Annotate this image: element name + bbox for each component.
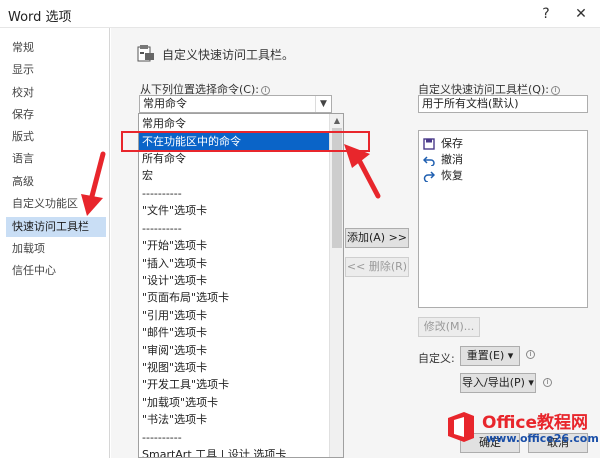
list-item[interactable]: 所有命令 — [139, 150, 329, 167]
nav-item-proofing[interactable]: 校对 — [6, 83, 106, 103]
nav-item-quick-access-toolbar[interactable]: 快速访问工具栏 — [6, 217, 106, 237]
list-item[interactable]: 恢复 — [419, 168, 587, 184]
nav-item-add-ins[interactable]: 加载项 — [6, 239, 106, 259]
toolbar-icon — [137, 45, 154, 62]
help-button[interactable]: ? — [536, 4, 556, 24]
remove-button[interactable]: << 删除(R) — [345, 257, 409, 277]
list-item[interactable]: SmartArt 工具 | 设计 选项卡 — [139, 446, 329, 457]
chevron-down-icon[interactable]: ▼ — [315, 96, 331, 112]
annotation-arrow-icon — [81, 151, 106, 216]
list-separator: ---------- — [142, 187, 182, 200]
info-icon: i — [543, 378, 552, 387]
nav-item-trust-center[interactable]: 信任中心 — [6, 261, 106, 281]
list-item[interactable]: 保存 — [419, 136, 587, 152]
nav-item-general[interactable]: 常规 — [6, 38, 106, 58]
list-separator: ---------- — [142, 222, 182, 235]
commands-dropdown-list[interactable]: 常用命令 不在功能区中的命令 所有命令 宏 ---------- "文件"选项卡… — [138, 113, 344, 458]
list-item[interactable]: "邮件"选项卡 — [139, 324, 329, 341]
list-item[interactable]: 宏 — [139, 167, 329, 184]
list-separator: ---------- — [142, 431, 182, 444]
import-export-button[interactable]: 导入/导出(P) ▾ — [460, 373, 536, 393]
close-button[interactable]: ✕ — [571, 4, 591, 24]
annotation-highlight-box — [121, 131, 370, 152]
watermark-brand: Office教程网 — [482, 413, 589, 433]
annotation-arrow-icon — [344, 144, 381, 199]
list-item[interactable]: "视图"选项卡 — [139, 359, 329, 376]
save-icon — [423, 138, 435, 150]
nav-item-save[interactable]: 保存 — [6, 105, 106, 125]
scroll-up-icon[interactable]: ▲ — [330, 114, 343, 128]
nav-item-layout[interactable]: 版式 — [6, 127, 106, 147]
undo-icon — [423, 156, 435, 166]
list-item[interactable]: 常用命令 — [139, 115, 329, 132]
list-item[interactable]: 撤消 — [419, 152, 587, 168]
modify-button[interactable]: 修改(M)... — [418, 317, 480, 337]
window-title: Word 选项 — [8, 10, 72, 25]
list-item[interactable]: "文件"选项卡 — [139, 202, 329, 219]
customize-label: 自定义: — [418, 352, 455, 365]
info-icon: i — [550, 86, 560, 95]
watermark: Office教程网 www.office26.com — [440, 404, 600, 458]
customize-toolbar-dropdown[interactable]: 用于所有文档(默认) — [418, 95, 588, 113]
info-icon: i — [260, 86, 270, 95]
choose-commands-value: 常用命令 — [143, 97, 187, 110]
list-item[interactable]: "开发工具"选项卡 — [139, 376, 329, 393]
add-button[interactable]: 添加(A) >> — [345, 228, 409, 248]
redo-icon — [423, 171, 435, 182]
info-icon: i — [526, 350, 535, 359]
list-item[interactable]: "设计"选项卡 — [139, 272, 329, 289]
list-item[interactable]: "插入"选项卡 — [139, 255, 329, 272]
choose-commands-dropdown[interactable]: 常用命令 ▼ — [139, 95, 332, 113]
list-item[interactable]: "书法"选项卡 — [139, 411, 329, 428]
section-title: 自定义快速访问工具栏。 — [162, 48, 295, 62]
customize-toolbar-value: 用于所有文档(默认) — [422, 97, 519, 110]
list-item[interactable]: "开始"选项卡 — [139, 237, 329, 254]
title-bar: Word 选项 ? ✕ — [0, 0, 600, 28]
list-item[interactable]: "加载项"选项卡 — [139, 394, 329, 411]
office-logo-icon — [448, 412, 474, 442]
list-item[interactable]: "引用"选项卡 — [139, 307, 329, 324]
reset-button[interactable]: 重置(E) ▾ — [460, 346, 520, 366]
list-item[interactable]: "页面布局"选项卡 — [139, 289, 329, 306]
quick-access-list: 保存 撤消 恢复 — [418, 130, 588, 308]
options-nav: 常规 显示 校对 保存 版式 语言 高级 自定义功能区 快速访问工具栏 加载项 … — [0, 28, 110, 458]
watermark-url: www.office26.com — [486, 432, 599, 445]
list-item[interactable]: "审阅"选项卡 — [139, 342, 329, 359]
nav-item-display[interactable]: 显示 — [6, 60, 106, 80]
